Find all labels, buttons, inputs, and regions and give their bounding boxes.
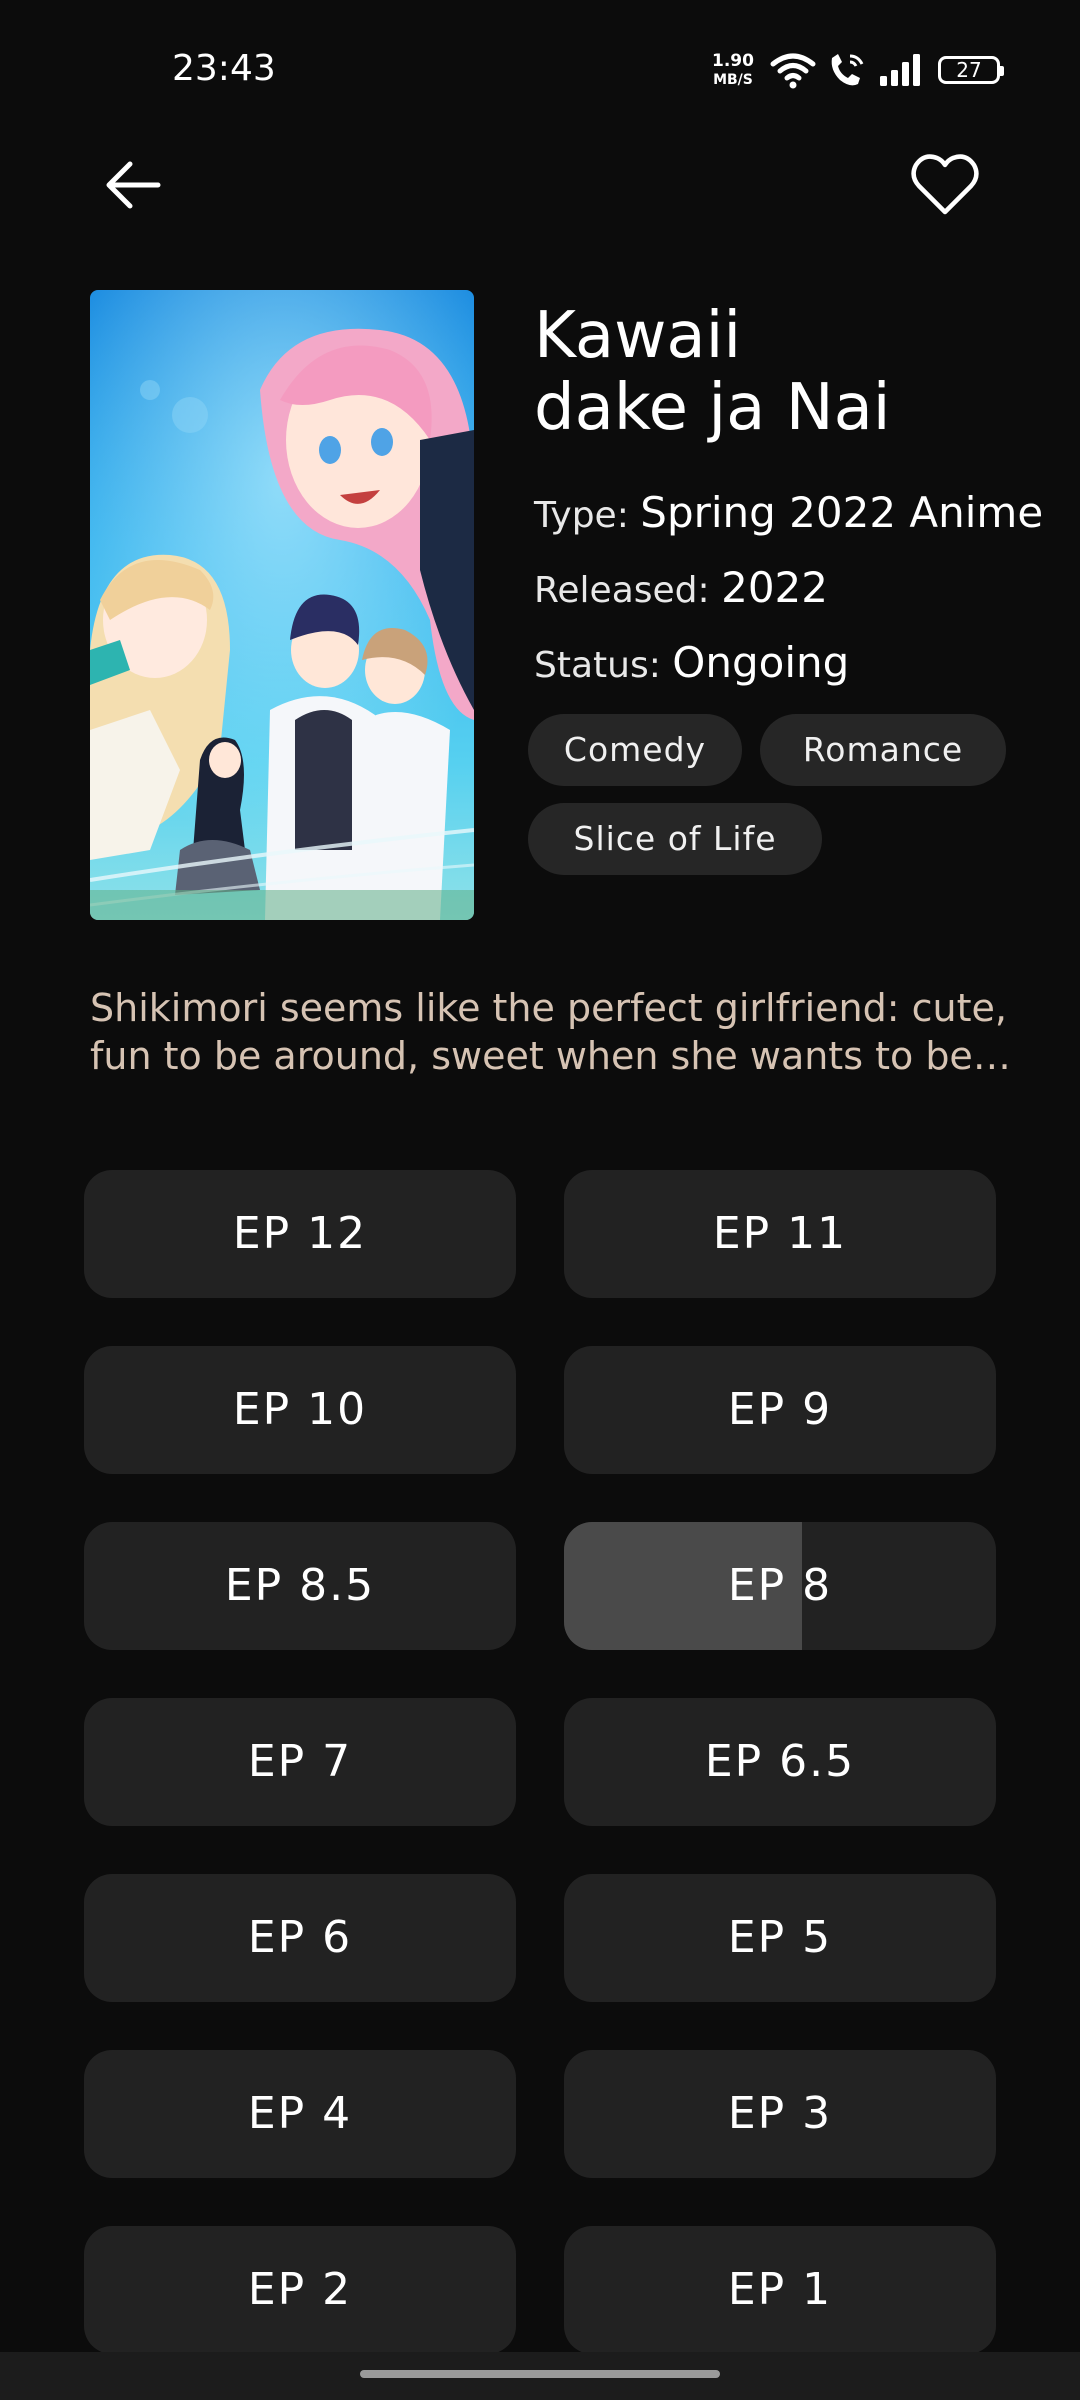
released-label: Released: xyxy=(534,570,710,611)
poster-artwork xyxy=(90,290,474,920)
status-bar: 23:43 1.90 MB/S 27 xyxy=(0,0,1080,120)
episode-label: EP 4 xyxy=(247,2088,353,2139)
episode-label: EP 7 xyxy=(247,1736,353,1787)
arrow-left-icon xyxy=(106,161,161,209)
type-value: Spring 2022 Anime xyxy=(640,488,1044,537)
status-row: Status: Ongoing xyxy=(534,638,849,687)
episode-label: EP 1 xyxy=(727,2264,833,2315)
status-time: 23:43 xyxy=(172,48,276,89)
genre-chip-romance[interactable]: Romance xyxy=(760,714,1006,786)
episode-button[interactable]: EP 6 xyxy=(84,1874,516,2002)
network-speed-value: 1.90 xyxy=(712,51,754,71)
anime-title-line1: Kawaii xyxy=(534,299,742,373)
episode-label: EP 6.5 xyxy=(704,1736,856,1787)
favorite-button[interactable] xyxy=(908,148,982,222)
type-row: Type: Spring 2022 Anime xyxy=(534,488,1043,537)
episode-label: EP 2 xyxy=(247,2264,353,2315)
episode-label: EP 6 xyxy=(247,1912,353,1963)
episode-button[interactable]: EP 9 xyxy=(564,1346,996,1474)
episode-label: EP 10 xyxy=(232,1384,368,1435)
episode-button[interactable]: EP 1 xyxy=(564,2226,996,2354)
anime-poster xyxy=(90,290,474,920)
episode-label: EP 8 xyxy=(727,1560,833,1611)
battery-icon: 27 xyxy=(938,56,1004,84)
episode-label: EP 12 xyxy=(232,1208,368,1259)
wifi-call-icon xyxy=(831,54,864,86)
back-button[interactable] xyxy=(100,150,170,220)
episode-button[interactable]: EP 6.5 xyxy=(564,1698,996,1826)
network-speed: 1.90 MB/S xyxy=(712,52,754,90)
episode-button[interactable]: EP 8 xyxy=(564,1522,996,1650)
home-indicator[interactable] xyxy=(360,2370,720,2378)
episode-button[interactable]: EP 2 xyxy=(84,2226,516,2354)
released-value: 2022 xyxy=(721,563,828,612)
status-value: Ongoing xyxy=(672,638,850,687)
battery-level: 27 xyxy=(956,58,982,82)
network-speed-unit: MB/S xyxy=(713,72,753,88)
episode-label: EP 8.5 xyxy=(224,1560,376,1611)
anime-title-line2: dake ja Nai xyxy=(534,371,891,445)
genre-chip-slice-of-life[interactable]: Slice of Life xyxy=(528,803,822,875)
episode-button[interactable]: EP 7 xyxy=(84,1698,516,1826)
status-label: Status: xyxy=(534,645,661,686)
episode-button[interactable]: EP 5 xyxy=(564,1874,996,2002)
heart-outline-icon xyxy=(911,154,979,215)
episode-button[interactable]: EP 10 xyxy=(84,1346,516,1474)
episode-label: EP 11 xyxy=(712,1208,848,1259)
signal-icon xyxy=(880,54,920,86)
episode-button[interactable]: EP 4 xyxy=(84,2050,516,2178)
anime-description[interactable]: Shikimori seems like the perfect girlfri… xyxy=(90,984,1030,1080)
episode-label: EP 3 xyxy=(727,2088,833,2139)
episode-button[interactable]: EP 8.5 xyxy=(84,1522,516,1650)
released-row: Released: 2022 xyxy=(534,563,828,612)
episode-label: EP 5 xyxy=(727,1912,833,1963)
anime-title: Kawaii dake ja Nai xyxy=(534,300,1054,444)
episode-label: EP 9 xyxy=(727,1384,833,1435)
episode-button[interactable]: EP 3 xyxy=(564,2050,996,2178)
genre-chip-comedy[interactable]: Comedy xyxy=(528,714,742,786)
wifi-icon xyxy=(770,53,816,89)
type-label: Type: xyxy=(534,495,629,536)
episode-button[interactable]: EP 11 xyxy=(564,1170,996,1298)
episode-button[interactable]: EP 12 xyxy=(84,1170,516,1298)
